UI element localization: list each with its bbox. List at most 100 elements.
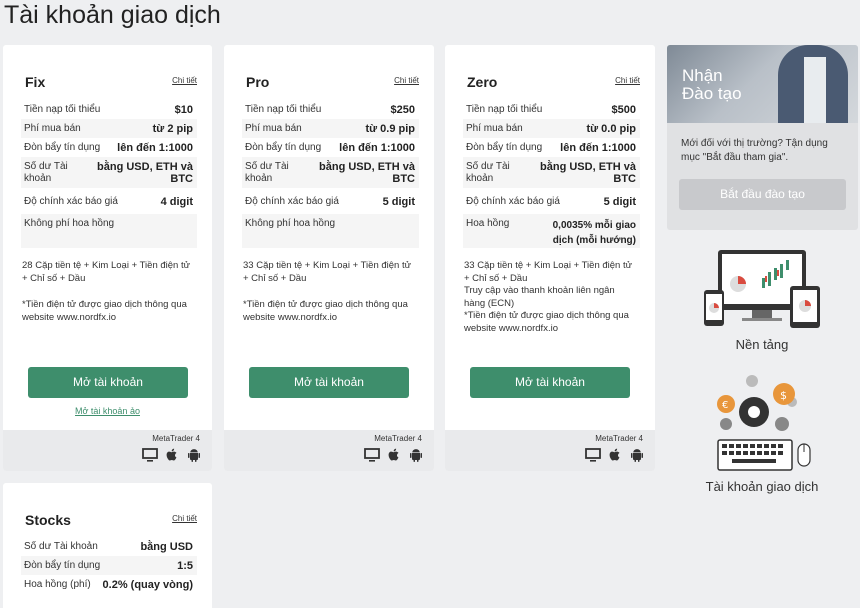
spec-value: từ 2 pip bbox=[152, 123, 193, 135]
platform-footer: MetaTrader 4 bbox=[445, 430, 655, 471]
instruments-text: 28 Cặp tiền tệ + Kim Loại + Tiền điện tử… bbox=[22, 260, 190, 284]
open-account-button[interactable]: Mở tài khoản bbox=[470, 367, 630, 398]
spec-value: 1:5 bbox=[177, 560, 193, 572]
ecn-text: Truy cập vào thanh khoản liên ngân hàng … bbox=[464, 285, 615, 309]
spec-value: $500 bbox=[611, 104, 636, 116]
education-title-line2: Đào tạo bbox=[682, 84, 742, 103]
education-panel: Nhận Đào tạo Mới đối với thị trường? Tận… bbox=[667, 45, 858, 230]
spec-value: từ 0.0 pip bbox=[586, 123, 636, 135]
spec-row: Độ chính xác báo giá 5 digit bbox=[242, 188, 419, 214]
spec-key: Số dư Tài khoản bbox=[245, 161, 289, 184]
spec-row: Đòn bẩy tín dụng lên đến 1:1000 bbox=[463, 138, 640, 157]
spec-row: Không phí hoa hồng bbox=[242, 214, 419, 248]
spec-key: Độ chính xác báo giá bbox=[24, 196, 118, 207]
spec-value: 5 digit bbox=[382, 196, 415, 208]
platforms-label[interactable]: Nền tảng bbox=[722, 337, 802, 352]
instruments-text: 33 Cặp tiền tệ + Kim Loại + Tiền điện tử… bbox=[464, 260, 632, 284]
spec-value: bằng USD bbox=[140, 541, 193, 553]
platform-name: MetaTrader 4 bbox=[152, 434, 200, 443]
spec-value: 0.2% (quay vòng) bbox=[102, 579, 193, 591]
spec-value: 4 digit bbox=[160, 196, 193, 208]
spec-key: Không phí hoa hồng bbox=[24, 218, 115, 229]
account-name: Zero bbox=[467, 74, 498, 90]
trading-accounts-label[interactable]: Tài khoản giao dịch bbox=[700, 479, 824, 494]
details-link[interactable]: Chi tiết bbox=[172, 514, 197, 523]
open-account-button[interactable]: Mở tài khoản bbox=[28, 367, 188, 398]
spec-value: lên đến 1:1000 bbox=[339, 142, 415, 154]
instruments-text: 33 Cặp tiền tệ + Kim Loại + Tiền điện tử… bbox=[243, 260, 411, 284]
spec-value: bằng USD, ETH và BTC bbox=[540, 161, 636, 185]
svg-text:$: $ bbox=[780, 389, 787, 402]
crypto-note: *Tiền điện tử được giao dịch thông qua w… bbox=[464, 310, 629, 334]
spec-key: Đòn bẩy tín dụng bbox=[466, 142, 543, 153]
spec-row: Độ chính xác báo giá 4 digit bbox=[21, 188, 197, 214]
spec-value: 0,0035% mỗi giao dịch (mỗi hướng) bbox=[552, 220, 636, 246]
spec-value: lên đến 1:1000 bbox=[117, 142, 193, 154]
spec-key: Số dư Tài khoản bbox=[466, 161, 510, 184]
spec-key: Phí mua bán bbox=[466, 123, 523, 134]
desktop-icon[interactable] bbox=[364, 447, 380, 463]
open-account-button[interactable]: Mở tài khoản bbox=[249, 367, 409, 398]
apple-icon[interactable] bbox=[164, 447, 180, 463]
spec-row: Phí mua bán từ 2 pip bbox=[21, 119, 197, 138]
page-title: Tài khoản giao dịch bbox=[4, 1, 221, 29]
spec-list: Tiền nạp tối thiểu $10 Phí mua bán từ 2 pi… bbox=[21, 100, 197, 248]
spec-value: $250 bbox=[390, 104, 415, 116]
start-training-button[interactable]: Bắt đầu đào tạo bbox=[679, 179, 846, 210]
platform-name: MetaTrader 4 bbox=[595, 434, 643, 443]
shirt-shape bbox=[804, 57, 826, 123]
education-text: Mới đối với thị trường? Tận dụng mục "Bắ… bbox=[681, 138, 828, 163]
details-link[interactable]: Chi tiết bbox=[615, 76, 640, 85]
spec-row: Hoa hồng 0,0035% mỗi giao dịch (mỗi hướng… bbox=[463, 214, 640, 248]
education-title-line1: Nhận bbox=[682, 66, 723, 85]
spec-key: Tiền nạp tối thiểu bbox=[245, 104, 322, 115]
crypto-note: *Tiền điện tử được giao dịch thông qua w… bbox=[243, 299, 408, 323]
spec-row: Đòn bẩy tín dụng lên đến 1:1000 bbox=[21, 138, 197, 157]
spec-row: Tiền nạp tối thiểu $500 bbox=[463, 100, 640, 119]
details-link[interactable]: Chi tiết bbox=[394, 76, 419, 85]
spec-row: Đòn bẩy tín dụng 1:5 bbox=[21, 556, 197, 575]
spec-list: Tiền nạp tối thiểu $250 Phí mua bán từ 0.9… bbox=[242, 100, 419, 248]
spec-row: Số dư Tài khoản bằng USD, ETH và BTC bbox=[463, 157, 640, 188]
account-name: Pro bbox=[246, 74, 270, 90]
account-card-zero: Zero Chi tiết Tiền nạp tối thiểu $500 Phí… bbox=[445, 45, 655, 471]
apple-icon[interactable] bbox=[386, 447, 402, 463]
details-link[interactable]: Chi tiết bbox=[172, 76, 197, 85]
trading-accounts-illustration[interactable]: € $ bbox=[712, 372, 816, 472]
spec-value: $10 bbox=[174, 104, 193, 116]
account-card-fix: Fix Chi tiết Tiền nạp tối thiểu $10 Phí m… bbox=[3, 45, 212, 471]
platform-footer: MetaTrader 4 bbox=[3, 430, 212, 471]
spec-value: bằng USD, ETH và BTC bbox=[319, 161, 415, 185]
spec-row: Phí mua bán từ 0.9 pip bbox=[242, 119, 419, 138]
spec-row: Tiền nạp tối thiểu $250 bbox=[242, 100, 419, 119]
android-icon[interactable] bbox=[408, 447, 424, 463]
apple-icon[interactable] bbox=[607, 447, 623, 463]
education-title: Nhận Đào tạo bbox=[682, 67, 742, 103]
account-name: Stocks bbox=[25, 512, 71, 528]
spec-key: Không phí hoa hồng bbox=[245, 218, 336, 229]
platforms-illustration[interactable] bbox=[702, 248, 822, 330]
account-name: Fix bbox=[25, 74, 46, 90]
desktop-icon[interactable] bbox=[585, 447, 601, 463]
spec-key: Hoa hồng bbox=[466, 218, 510, 229]
open-demo-link[interactable]: Mở tài khoản ảo bbox=[3, 406, 212, 416]
spec-row: Số dư Tài khoản bằng USD, ETH và BTC bbox=[21, 157, 197, 188]
spec-row: Phí mua bán từ 0.0 pip bbox=[463, 119, 640, 138]
account-card-pro: Pro Chi tiết Tiền nạp tối thiểu $250 Phí … bbox=[224, 45, 434, 471]
spec-list: Tiền nạp tối thiểu $500 Phí mua bán từ 0.0… bbox=[463, 100, 640, 248]
spec-value: từ 0.9 pip bbox=[365, 123, 415, 135]
spec-key: Đòn bẩy tín dụng bbox=[245, 142, 322, 153]
spec-row: Số dư Tài khoản bằng USD, ETH và BTC bbox=[242, 157, 419, 188]
spec-key: Số dư Tài khoản bbox=[24, 161, 68, 184]
account-card-stocks: Stocks Chi tiết Số dư Tài khoản bằng USD … bbox=[3, 483, 212, 608]
spec-row: Không phí hoa hồng bbox=[21, 214, 197, 248]
desktop-icon[interactable] bbox=[142, 447, 158, 463]
spec-value: lên đến 1:1000 bbox=[560, 142, 636, 154]
spec-key: Độ chính xác báo giá bbox=[245, 196, 339, 207]
android-icon[interactable] bbox=[629, 447, 645, 463]
android-icon[interactable] bbox=[186, 447, 202, 463]
spec-row: Hoa hồng (phí) 0.2% (quay vòng) bbox=[21, 575, 197, 594]
spec-key: Số dư Tài khoản bbox=[24, 541, 98, 552]
education-banner: Nhận Đào tạo bbox=[667, 45, 858, 123]
spec-row: Đòn bẩy tín dụng lên đến 1:1000 bbox=[242, 138, 419, 157]
